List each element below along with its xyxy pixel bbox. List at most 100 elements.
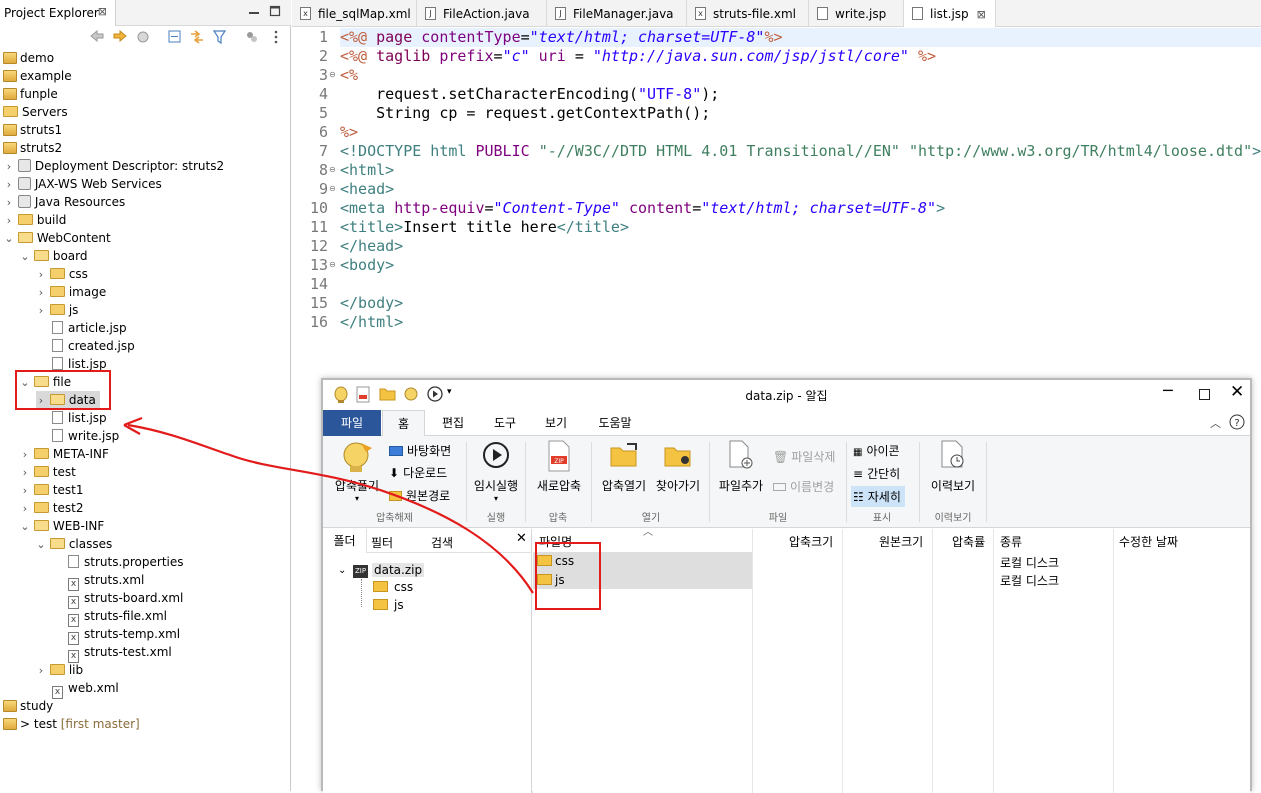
minimize-icon[interactable] bbox=[248, 5, 260, 17]
chevron-right-icon[interactable]: › bbox=[20, 446, 30, 464]
tree-item-css[interactable]: css bbox=[394, 580, 413, 594]
close-icon[interactable]: ✕ bbox=[516, 531, 527, 546]
view-simple-button[interactable]: ≡ 간단히 bbox=[853, 465, 900, 482]
delete-file-button[interactable]: 🗑 파일삭제 bbox=[773, 448, 835, 465]
tree-item-board[interactable]: ⌄ board bbox=[20, 247, 87, 265]
find-location-button[interactable]: 찾아가기 bbox=[651, 440, 705, 494]
tab-view[interactable]: 보기 bbox=[531, 410, 581, 436]
tab-fileaction-java[interactable]: J FileAction.java bbox=[417, 0, 547, 27]
tree-item-write-jsp[interactable]: write.jsp bbox=[52, 427, 119, 445]
temp-run-button[interactable]: 임시실행 ▾ bbox=[469, 440, 523, 503]
view-menu-icon[interactable] bbox=[274, 30, 278, 44]
tab-filter[interactable]: 필터 bbox=[371, 534, 393, 551]
tree-item-struts-temp-xml[interactable]: x struts-temp.xml bbox=[68, 625, 180, 645]
chevron-down-icon[interactable]: ⌄ bbox=[20, 518, 30, 536]
tab-list-jsp[interactable]: list.jsp ⊠ bbox=[904, 0, 996, 27]
extract-original-path-button[interactable]: 원본경로 bbox=[389, 487, 450, 504]
tab-home[interactable]: 홈 bbox=[382, 410, 425, 436]
code-line[interactable]: <body> bbox=[340, 256, 394, 275]
collapse-all-icon[interactable] bbox=[168, 30, 182, 44]
code-line[interactable]: </html> bbox=[340, 313, 403, 332]
tree-item-demo[interactable]: demo bbox=[3, 49, 54, 67]
fold-toggle-icon[interactable]: ⊖ bbox=[329, 165, 336, 174]
tree-item-struts2[interactable]: struts2 bbox=[3, 139, 62, 157]
chevron-right-icon[interactable]: › bbox=[4, 194, 14, 212]
tree-item-struts-board-xml[interactable]: x struts-board.xml bbox=[68, 589, 183, 609]
forward-arrow-icon[interactable] bbox=[113, 30, 127, 42]
minimize-icon[interactable]: ─ bbox=[1163, 381, 1173, 400]
tree-item-struts-properties[interactable]: struts.properties bbox=[68, 553, 184, 571]
chevron-down-icon[interactable]: ⌄ bbox=[20, 248, 30, 266]
fold-toggle-icon[interactable]: ⊖ bbox=[329, 184, 336, 193]
code-line[interactable]: <title>Insert title here</title> bbox=[340, 218, 629, 237]
tree-item-java-resources[interactable]: › Java Resources bbox=[4, 193, 125, 211]
tree-item-classes[interactable]: ⌄ classes bbox=[36, 535, 112, 553]
tree-item-struts-xml[interactable]: x struts.xml bbox=[68, 571, 144, 591]
close-icon[interactable]: ⊠ bbox=[977, 8, 986, 21]
tree-root-data-zip[interactable]: data.zip bbox=[372, 563, 425, 577]
tab-edit[interactable]: 편집 bbox=[427, 410, 479, 436]
new-archive-button[interactable]: ZIP 새로압축 bbox=[529, 440, 589, 494]
code-line[interactable]: <%@ page contentType="text/html; charset… bbox=[340, 28, 783, 47]
code-line[interactable]: </head> bbox=[340, 237, 403, 256]
collapse-ribbon-icon[interactable]: ︿ bbox=[1210, 415, 1221, 431]
tree-item-struts-file-xml[interactable]: x struts-file.xml bbox=[68, 607, 167, 627]
chevron-right-icon[interactable]: › bbox=[36, 302, 46, 320]
help-icon[interactable]: ? bbox=[1229, 414, 1245, 430]
chevron-right-icon[interactable]: › bbox=[36, 284, 46, 302]
code-line[interactable]: <!DOCTYPE html PUBLIC "-//W3C//DTD HTML … bbox=[340, 142, 1261, 161]
tree-item-example[interactable]: example bbox=[3, 67, 72, 85]
tab-file-sqlmap-xml[interactable]: x file_sqlMap.xml bbox=[292, 0, 417, 27]
focus-icon[interactable] bbox=[245, 30, 259, 44]
code-line[interactable]: request.setCharacterEncoding("UTF-8"); bbox=[340, 85, 719, 104]
tree-item-jax-ws[interactable]: › JAX-WS Web Services bbox=[4, 175, 162, 193]
dropdown-arrow-icon[interactable]: ▾ bbox=[469, 494, 523, 503]
code-line[interactable]: <meta http-equiv="Content-Type" content=… bbox=[340, 199, 945, 218]
code-line[interactable]: <head> bbox=[340, 180, 394, 199]
tree-item-image[interactable]: › image bbox=[36, 283, 106, 301]
fold-toggle-icon[interactable]: ⊖ bbox=[329, 260, 336, 269]
chevron-right-icon[interactable]: › bbox=[4, 158, 14, 176]
tab-struts-file-xml[interactable]: x struts-file.xml bbox=[687, 0, 809, 27]
link-with-editor-icon[interactable] bbox=[189, 30, 205, 44]
code-line[interactable]: <html> bbox=[340, 161, 394, 180]
tree-item-created-jsp[interactable]: created.jsp bbox=[52, 337, 135, 355]
chevron-right-icon[interactable]: › bbox=[4, 212, 14, 230]
tree-item-build[interactable]: › build bbox=[4, 211, 67, 230]
tree-item-js[interactable]: › js bbox=[36, 301, 79, 320]
chevron-right-icon[interactable]: › bbox=[20, 464, 30, 482]
chevron-down-icon[interactable]: ⌄ bbox=[36, 536, 46, 554]
maximize-icon[interactable] bbox=[1199, 389, 1210, 400]
column-header-ratio[interactable]: 압축률 bbox=[952, 533, 985, 550]
chevron-down-icon[interactable]: ⌄ bbox=[338, 565, 346, 576]
tree-item-file-list-jsp[interactable]: list.jsp bbox=[52, 409, 107, 427]
add-file-button[interactable]: 파일추가 bbox=[713, 440, 769, 494]
open-archive-button[interactable]: 압축열기 bbox=[597, 440, 651, 494]
tab-tools[interactable]: 도구 bbox=[480, 410, 530, 436]
column-header-modified-date[interactable]: 수정한 날짜 bbox=[1119, 533, 1178, 550]
view-details-button[interactable]: ☷ 자세히 bbox=[851, 486, 905, 507]
tree-item-deployment-descriptor[interactable]: › Deployment Descriptor: struts2 bbox=[4, 157, 224, 175]
back-arrow-icon[interactable] bbox=[90, 30, 104, 42]
close-icon[interactable]: ⊠ bbox=[98, 5, 107, 18]
code-line[interactable]: %> bbox=[340, 123, 358, 142]
tree-item-meta-inf[interactable]: › META-INF bbox=[20, 445, 109, 463]
filter-icon[interactable] bbox=[213, 30, 226, 44]
tree-item-test[interactable]: › test bbox=[20, 463, 76, 481]
tree-item-js[interactable]: js bbox=[394, 598, 404, 612]
tree-item-webcontent[interactable]: ⌄ WebContent bbox=[4, 229, 110, 248]
chevron-right-icon[interactable]: › bbox=[36, 662, 46, 680]
history-button[interactable]: 이력보기 bbox=[923, 440, 983, 494]
chevron-right-icon[interactable]: › bbox=[36, 266, 46, 284]
chevron-down-icon[interactable]: ⌄ bbox=[4, 230, 14, 248]
code-line[interactable]: String cp = request.getContextPath(); bbox=[340, 104, 710, 123]
project-explorer-tab[interactable]: Project Explorer ⊠ bbox=[0, 0, 116, 26]
tree-item-funple[interactable]: funple bbox=[3, 85, 58, 103]
tree-item-article-jsp[interactable]: article.jsp bbox=[52, 319, 127, 337]
close-icon[interactable]: ✕ bbox=[1230, 382, 1244, 402]
chevron-right-icon[interactable]: › bbox=[20, 500, 30, 518]
fold-toggle-icon[interactable]: ⊖ bbox=[329, 70, 336, 79]
maximize-icon[interactable] bbox=[269, 5, 281, 17]
code-line[interactable]: </body> bbox=[340, 294, 403, 313]
tree-item-study[interactable]: study bbox=[3, 697, 53, 715]
